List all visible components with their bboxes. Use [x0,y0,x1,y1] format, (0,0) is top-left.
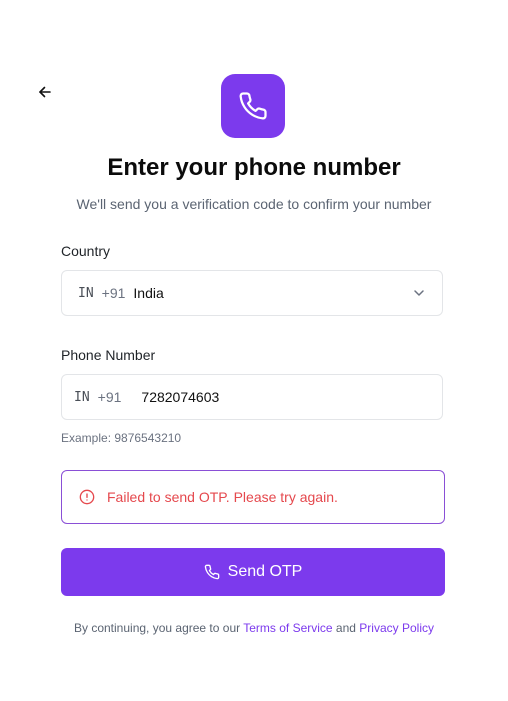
phone-dial-code: +91 [97,389,122,405]
terms-of-service-link[interactable]: Terms of Service [243,621,332,635]
phone-example-hint: Example: 9876543210 [61,431,182,445]
back-button[interactable] [33,80,57,104]
chevron-down-icon [412,286,426,300]
terms-notice: By continuing, you agree to our Terms of… [0,621,508,635]
otp-login-page: Enter your phone number We'll send you a… [0,0,508,701]
country-dial-code: +91 [101,285,126,301]
phone-icon [238,91,268,121]
send-otp-button[interactable]: Send OTP [61,548,445,596]
terms-conjunction: and [332,621,360,635]
page-title: Enter your phone number [107,154,401,181]
app-logo [221,74,285,138]
country-iso-code: IN [78,285,94,301]
page-subtitle: We'll send you a verification code to co… [76,196,432,212]
phone-iso-code: IN [74,389,90,405]
error-message: Failed to send OTP. Please try again. [107,489,338,505]
phone-prefix: IN +91 [74,389,121,405]
error-alert: Failed to send OTP. Please try again. [61,470,445,524]
country-name: India [133,285,164,301]
country-select[interactable]: IN +91 India [61,270,443,316]
phone-number-input[interactable] [141,389,392,405]
phone-icon [204,564,220,580]
phone-number-field: IN +91 [61,374,443,420]
terms-prefix: By continuing, you agree to our [74,621,244,635]
arrow-left-icon [38,85,52,99]
privacy-policy-link[interactable]: Privacy Policy [359,621,434,635]
phone-number-label: Phone Number [61,347,156,363]
send-otp-label: Send OTP [227,563,303,580]
country-label: Country [61,243,111,259]
alert-circle-icon [79,489,95,505]
